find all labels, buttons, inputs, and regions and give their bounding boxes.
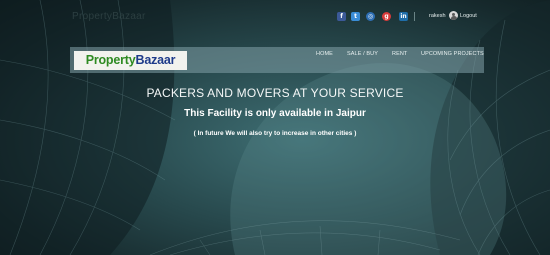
instagram-icon[interactable]: ◎ [366, 12, 375, 21]
facebook-icon[interactable]: f [337, 12, 346, 21]
nav-home[interactable]: HOME [316, 51, 333, 57]
brand-logo[interactable]: PropertyBazaar [74, 51, 187, 70]
architecture-background [0, 0, 550, 255]
hero-banner: PropertyBazaar f t ◎ g in rakesh Logout … [0, 0, 550, 255]
twitter-icon[interactable]: t [351, 12, 360, 21]
nav-sale-buy[interactable]: SALE / BUY [347, 51, 378, 57]
nav-rent[interactable]: RENT [392, 51, 407, 57]
hero-subheading: This Facility is only available in Jaipu… [184, 108, 366, 119]
nav-upcoming-projects[interactable]: UPCOMING PROJECTS [421, 51, 484, 57]
user-avatar-icon[interactable] [449, 11, 458, 20]
header-divider [414, 12, 415, 21]
hero-note: ( In future We will also try to increase… [193, 130, 357, 137]
linkedin-icon[interactable]: in [399, 12, 408, 21]
hero-heading: PACKERS AND MOVERS AT YOUR SERVICE [146, 86, 404, 100]
avatar-body [450, 16, 457, 20]
brand-logo-part1: Property [85, 53, 136, 67]
logout-link[interactable]: Logout [460, 13, 477, 19]
username-label[interactable]: rakesh [429, 13, 446, 19]
google-plus-icon[interactable]: g [382, 12, 391, 21]
main-navbar: PropertyBazaar HOME SALE / BUY RENT UPCO… [70, 47, 484, 73]
top-bar: PropertyBazaar f t ◎ g in rakesh Logout [0, 0, 550, 32]
faded-site-logo: PropertyBazaar [72, 11, 146, 22]
brand-logo-part2: Bazaar [135, 53, 176, 67]
